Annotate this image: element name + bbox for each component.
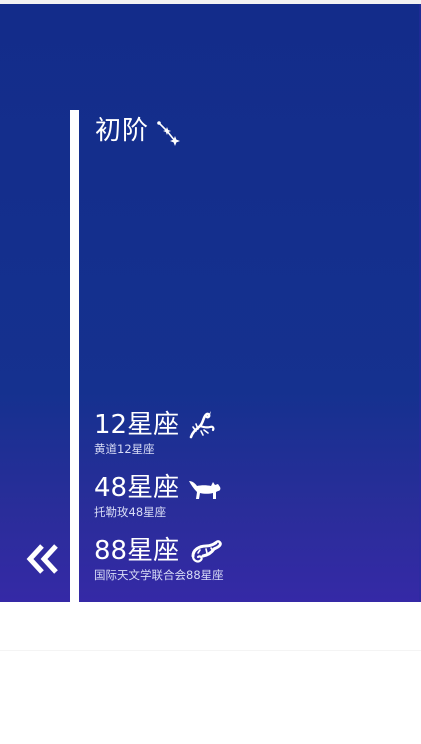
double-chevron-left-icon	[26, 544, 58, 574]
item-subtitle: 黄道12星座	[94, 442, 155, 456]
category-12-constellations[interactable]: 12星座 黄道12星座	[94, 409, 219, 457]
item-subtitle: 托勒玫48星座	[94, 505, 167, 519]
level-title: 初阶	[95, 116, 150, 146]
item-title: 88星座	[94, 536, 180, 566]
category-88-constellations[interactable]: 88星座 国际天文学联合会88星座	[94, 535, 224, 583]
scorpion-icon	[189, 411, 215, 439]
wolf-icon	[189, 481, 221, 499]
chameleon-icon	[191, 540, 222, 563]
vertical-divider	[70, 110, 79, 604]
item-title: 12星座	[94, 410, 180, 440]
constellation-stars-icon	[157, 121, 181, 146]
item-subtitle: 国际天文学联合会88星座	[94, 568, 224, 582]
level-header: 初阶	[95, 113, 183, 149]
item-title: 48星座	[94, 473, 180, 503]
category-48-constellations[interactable]: 48星座 托勒玫48星座	[94, 472, 223, 520]
bottom-divider	[0, 650, 421, 651]
back-button[interactable]	[24, 542, 60, 580]
